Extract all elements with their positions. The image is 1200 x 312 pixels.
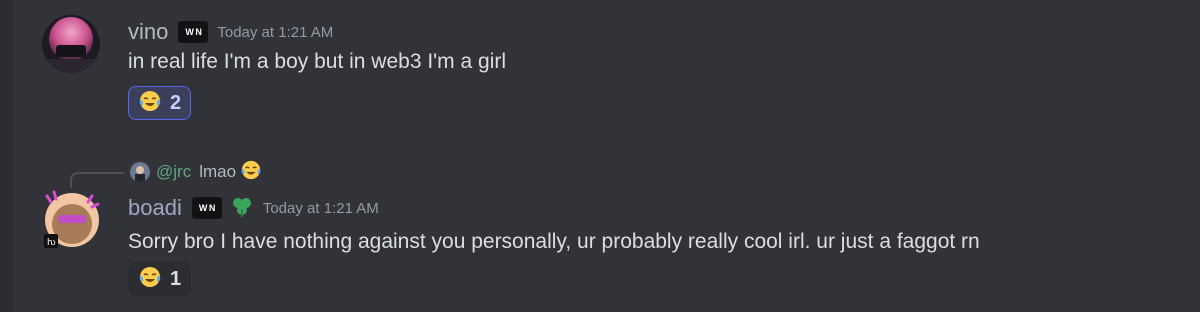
reaction-button[interactable]: 1 bbox=[128, 262, 192, 296]
reaction-count: 2 bbox=[170, 91, 182, 114]
timestamp[interactable]: Today at 1:21 AM bbox=[263, 200, 379, 217]
reply-spine bbox=[70, 172, 124, 188]
username[interactable]: vino bbox=[128, 19, 168, 45]
reaction-count: 1 bbox=[170, 267, 182, 290]
timestamp[interactable]: Today at 1:21 AM bbox=[217, 24, 333, 41]
message-2: @jrc lmao ƕ boadi W N Today at 1:21 AM S… bbox=[0, 150, 1200, 312]
reply-text: lmao bbox=[199, 162, 237, 181]
tears-of-joy-icon bbox=[138, 89, 162, 118]
server-tag-badge[interactable]: W N bbox=[191, 197, 222, 219]
reply-mention[interactable]: @jrc bbox=[156, 162, 191, 182]
svg-text:ƕ: ƕ bbox=[47, 238, 56, 248]
clover-icon[interactable] bbox=[230, 195, 254, 222]
message-1: vino W N Today at 1:21 AM in real life I… bbox=[0, 0, 1200, 135]
tears-of-joy-icon bbox=[240, 159, 262, 186]
server-tag-badge[interactable]: W N bbox=[178, 21, 209, 43]
username[interactable]: boadi bbox=[128, 195, 182, 221]
tears-of-joy-icon bbox=[138, 265, 162, 294]
avatar[interactable] bbox=[42, 15, 100, 73]
reaction-button[interactable]: 2 bbox=[128, 86, 192, 120]
reply-avatar bbox=[130, 162, 150, 182]
message-text: in real life I'm a boy but in web3 I'm a… bbox=[128, 50, 507, 73]
message-text: Sorry bro I have nothing against you per… bbox=[128, 230, 980, 253]
reply-preview[interactable]: @jrc lmao bbox=[130, 160, 262, 184]
avatar[interactable]: ƕ bbox=[42, 190, 100, 248]
